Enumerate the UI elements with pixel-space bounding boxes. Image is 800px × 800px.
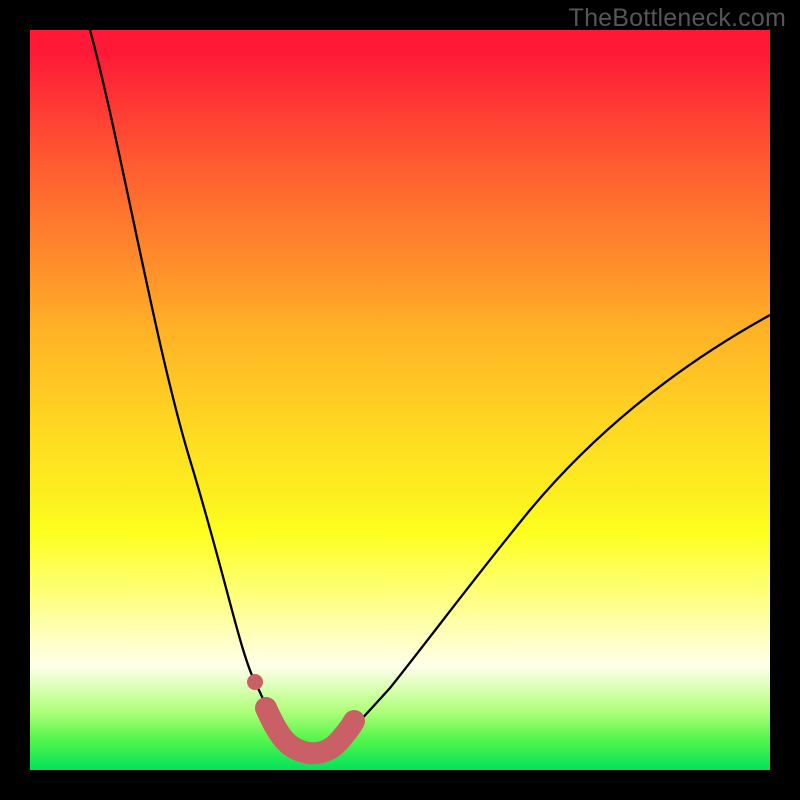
bottleneck-curve xyxy=(90,30,770,752)
watermark-text: TheBottleneck.com xyxy=(569,4,786,33)
optimal-zone-start-dot xyxy=(247,674,263,690)
optimal-zone-band xyxy=(266,708,354,753)
chart-svg-layer xyxy=(30,30,770,770)
